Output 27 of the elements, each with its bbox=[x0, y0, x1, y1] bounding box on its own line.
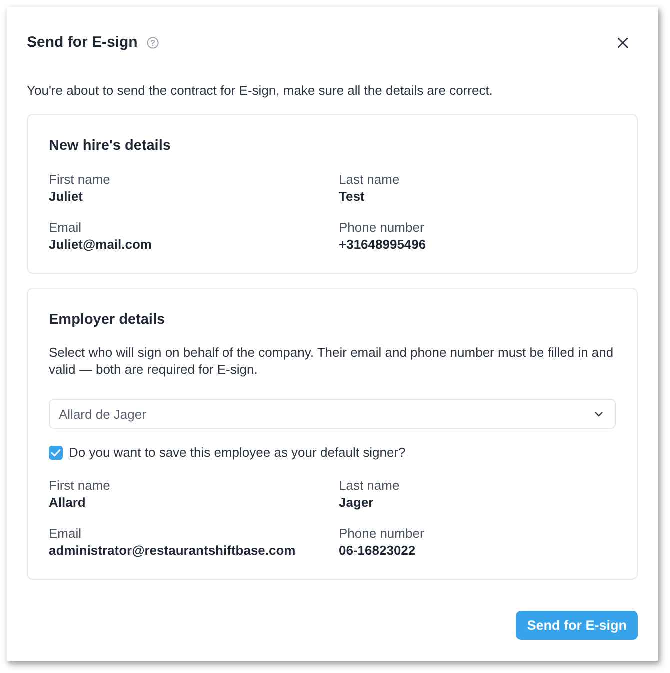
description-text: Select who will sign on behalf of the company. Their email and phone number must be filled in and valid — both are required for E-sign. bbox=[49, 344, 615, 378]
chevron-down-icon bbox=[595, 412, 603, 416]
field-value: Juliet@mail.com bbox=[49, 236, 152, 253]
field-value: Allard bbox=[49, 494, 86, 511]
signer-select[interactable]: Allard de Jager bbox=[49, 399, 616, 429]
field-value: +31648995496 bbox=[339, 236, 426, 253]
close-icon[interactable] bbox=[618, 38, 628, 48]
checkbox-label: Do you want to save this employee as your default signer? bbox=[69, 444, 406, 461]
intro-text: You're about to send the contract for E-sign, make sure all the details are correct. bbox=[27, 82, 494, 100]
field-value: administrator@restaurantshiftbase.com bbox=[49, 542, 296, 559]
field-value: Test bbox=[339, 188, 365, 205]
help-icon[interactable] bbox=[146, 37, 159, 49]
field-value: Juliet bbox=[49, 188, 83, 205]
card-title: New hire's details bbox=[49, 137, 172, 156]
field-label: Last name bbox=[339, 172, 400, 188]
field-label: First name bbox=[49, 478, 110, 494]
dialog-title: Send for E-sign bbox=[27, 33, 138, 53]
field-label: Email bbox=[49, 220, 82, 236]
field-label: Phone number bbox=[339, 526, 424, 542]
field-label: Phone number bbox=[339, 220, 424, 236]
field-label: Last name bbox=[339, 478, 400, 494]
field-label: First name bbox=[49, 172, 110, 188]
checkbox[interactable] bbox=[49, 446, 63, 460]
card-title: Employer details bbox=[49, 311, 166, 330]
field-label: Email bbox=[49, 526, 82, 542]
field-value: 06-16823022 bbox=[339, 542, 416, 559]
field-value: Jager bbox=[339, 494, 374, 511]
